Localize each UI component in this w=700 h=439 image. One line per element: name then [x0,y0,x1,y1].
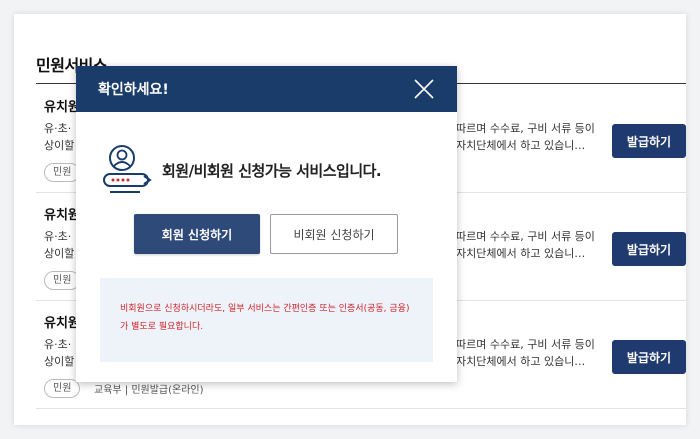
user-id-card-icon [103,145,152,193]
info-box: 비회원으로 신청하시더라도, 일부 서비스는 간편인증 또는 인증서(공동, 금… [100,278,433,362]
modal-header: 확인하세요! [76,66,457,112]
close-button[interactable] [412,77,436,101]
close-icon [414,79,434,99]
info-notice-text: 비회원으로 신청하시더라도, 일부 서비스는 간편인증 또는 인증서(공동, 금… [120,304,410,332]
modal-title: 확인하세요! [98,82,169,98]
member-apply-button[interactable]: 회원 신청하기 [134,214,260,254]
confirm-modal: 확인하세요! 회원/비회원 신청가능 서비스입니다. 회원 신청하기 비회원 신… [76,66,457,382]
notice-text: 회원/비회원 신청가능 서비스입니다. [162,162,382,180]
nonmember-apply-button[interactable]: 비회원 신청하기 [270,214,398,254]
